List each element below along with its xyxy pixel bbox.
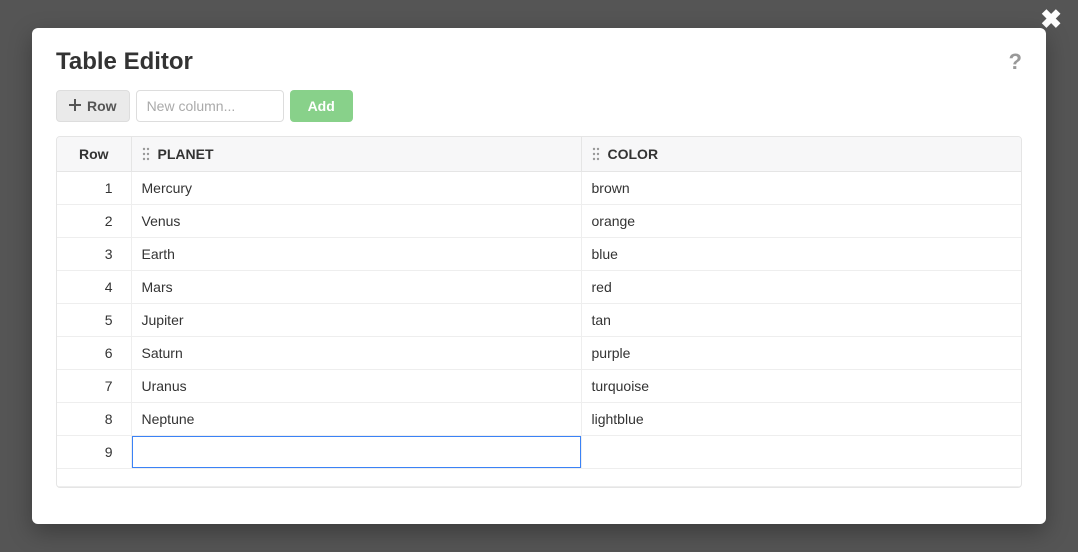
- row-number-cell: 7: [57, 370, 131, 403]
- table-row: 4Marsred: [57, 271, 1021, 304]
- table-row: 3Earthblue: [57, 238, 1021, 271]
- table-row: 5Jupitertan: [57, 304, 1021, 337]
- table-row: 8Neptunelightblue: [57, 403, 1021, 436]
- modal-header: Table Editor ?: [56, 48, 1022, 76]
- header-color-label: COLOR: [608, 146, 659, 162]
- row-number-cell: 1: [57, 172, 131, 205]
- planet-cell[interactable]: [131, 436, 581, 469]
- new-column-input[interactable]: [136, 90, 284, 122]
- planet-cell[interactable]: Saturn: [131, 337, 581, 370]
- planet-cell[interactable]: Earth: [131, 238, 581, 271]
- planet-cell[interactable]: Uranus: [131, 370, 581, 403]
- add-column-button[interactable]: Add: [290, 90, 353, 122]
- modal-title: Table Editor: [56, 48, 193, 76]
- color-cell[interactable]: orange: [581, 205, 1021, 238]
- color-cell[interactable]: [581, 436, 1021, 469]
- planet-cell[interactable]: Jupiter: [131, 304, 581, 337]
- row-number-cell: 9: [57, 436, 131, 469]
- drag-handle-icon[interactable]: [592, 147, 600, 161]
- table-row: 1Mercurybrown: [57, 172, 1021, 205]
- table-footer-row: [57, 469, 1021, 487]
- help-icon[interactable]: ?: [1009, 49, 1022, 75]
- header-planet[interactable]: PLANET: [131, 137, 581, 172]
- color-cell[interactable]: purple: [581, 337, 1021, 370]
- header-planet-label: PLANET: [158, 146, 214, 162]
- color-cell[interactable]: blue: [581, 238, 1021, 271]
- table-row: 9: [57, 436, 1021, 469]
- row-number-cell: 3: [57, 238, 131, 271]
- header-color[interactable]: COLOR: [581, 137, 1021, 172]
- table-row: 2Venusorange: [57, 205, 1021, 238]
- plus-icon: [69, 98, 81, 114]
- color-cell[interactable]: brown: [581, 172, 1021, 205]
- color-cell[interactable]: turquoise: [581, 370, 1021, 403]
- planet-cell[interactable]: Mercury: [131, 172, 581, 205]
- header-row-number: Row: [57, 137, 131, 172]
- planet-cell[interactable]: Venus: [131, 205, 581, 238]
- row-number-cell: 5: [57, 304, 131, 337]
- add-row-button[interactable]: Row: [56, 90, 130, 122]
- add-row-label: Row: [87, 98, 117, 114]
- color-cell[interactable]: tan: [581, 304, 1021, 337]
- row-number-cell: 4: [57, 271, 131, 304]
- table-header-row: Row PLANET: [57, 137, 1021, 172]
- data-table: Row PLANET: [57, 137, 1021, 487]
- toolbar: Row Add: [56, 90, 1022, 122]
- table-wrapper: Row PLANET: [56, 136, 1022, 488]
- planet-cell[interactable]: Neptune: [131, 403, 581, 436]
- planet-cell[interactable]: Mars: [131, 271, 581, 304]
- table-row: 6Saturnpurple: [57, 337, 1021, 370]
- color-cell[interactable]: lightblue: [581, 403, 1021, 436]
- row-number-cell: 2: [57, 205, 131, 238]
- row-number-cell: 8: [57, 403, 131, 436]
- close-icon[interactable]: ✖: [1040, 6, 1062, 32]
- row-number-cell: 6: [57, 337, 131, 370]
- table-row: 7Uranusturquoise: [57, 370, 1021, 403]
- cell-editor-input[interactable]: [132, 436, 581, 468]
- drag-handle-icon[interactable]: [142, 147, 150, 161]
- table-editor-modal: Table Editor ? Row Add Row: [32, 28, 1046, 524]
- color-cell[interactable]: red: [581, 271, 1021, 304]
